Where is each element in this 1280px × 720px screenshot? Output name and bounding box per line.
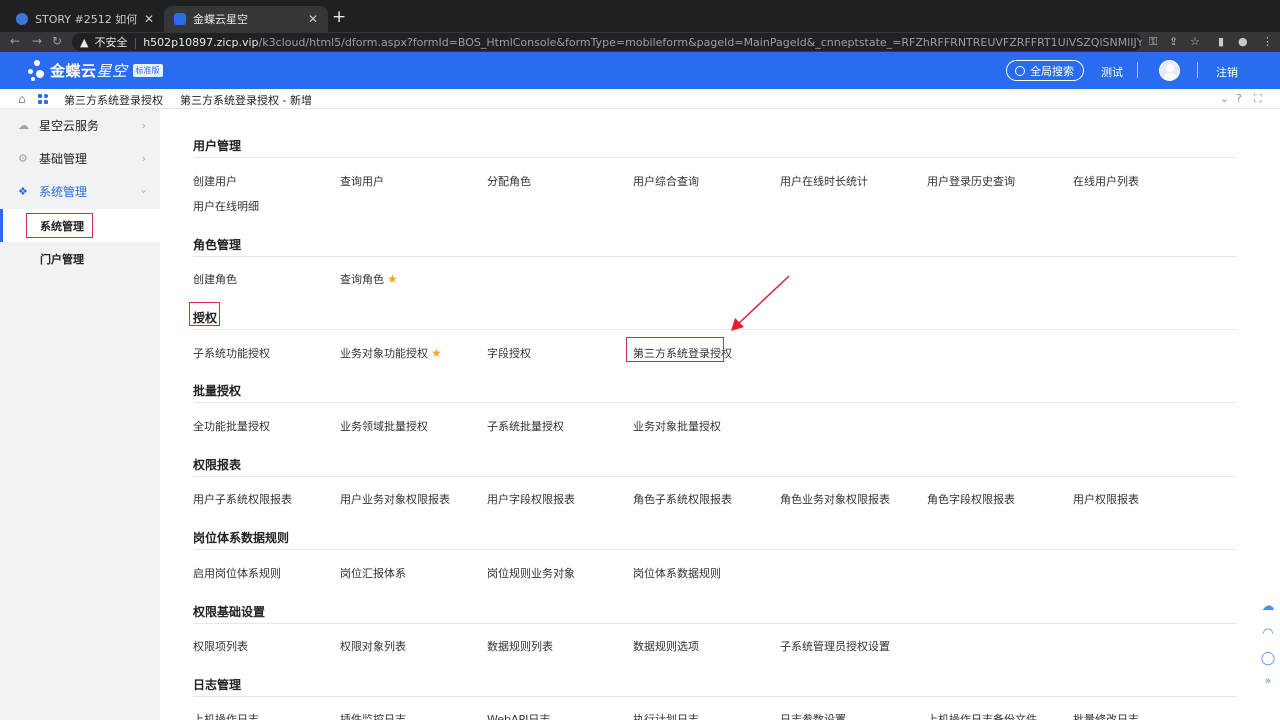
chat-icon[interactable]: ◯ (1260, 651, 1276, 667)
double-chevron-icon[interactable]: » (1260, 674, 1276, 690)
headset-icon[interactable]: ◠ (1260, 626, 1276, 642)
right-floating-toolbar: ☁ ◠ ◯ » (1257, 110, 1280, 720)
annotation-arrow (731, 275, 790, 331)
cloud-icon[interactable]: ☁ (1260, 599, 1276, 615)
